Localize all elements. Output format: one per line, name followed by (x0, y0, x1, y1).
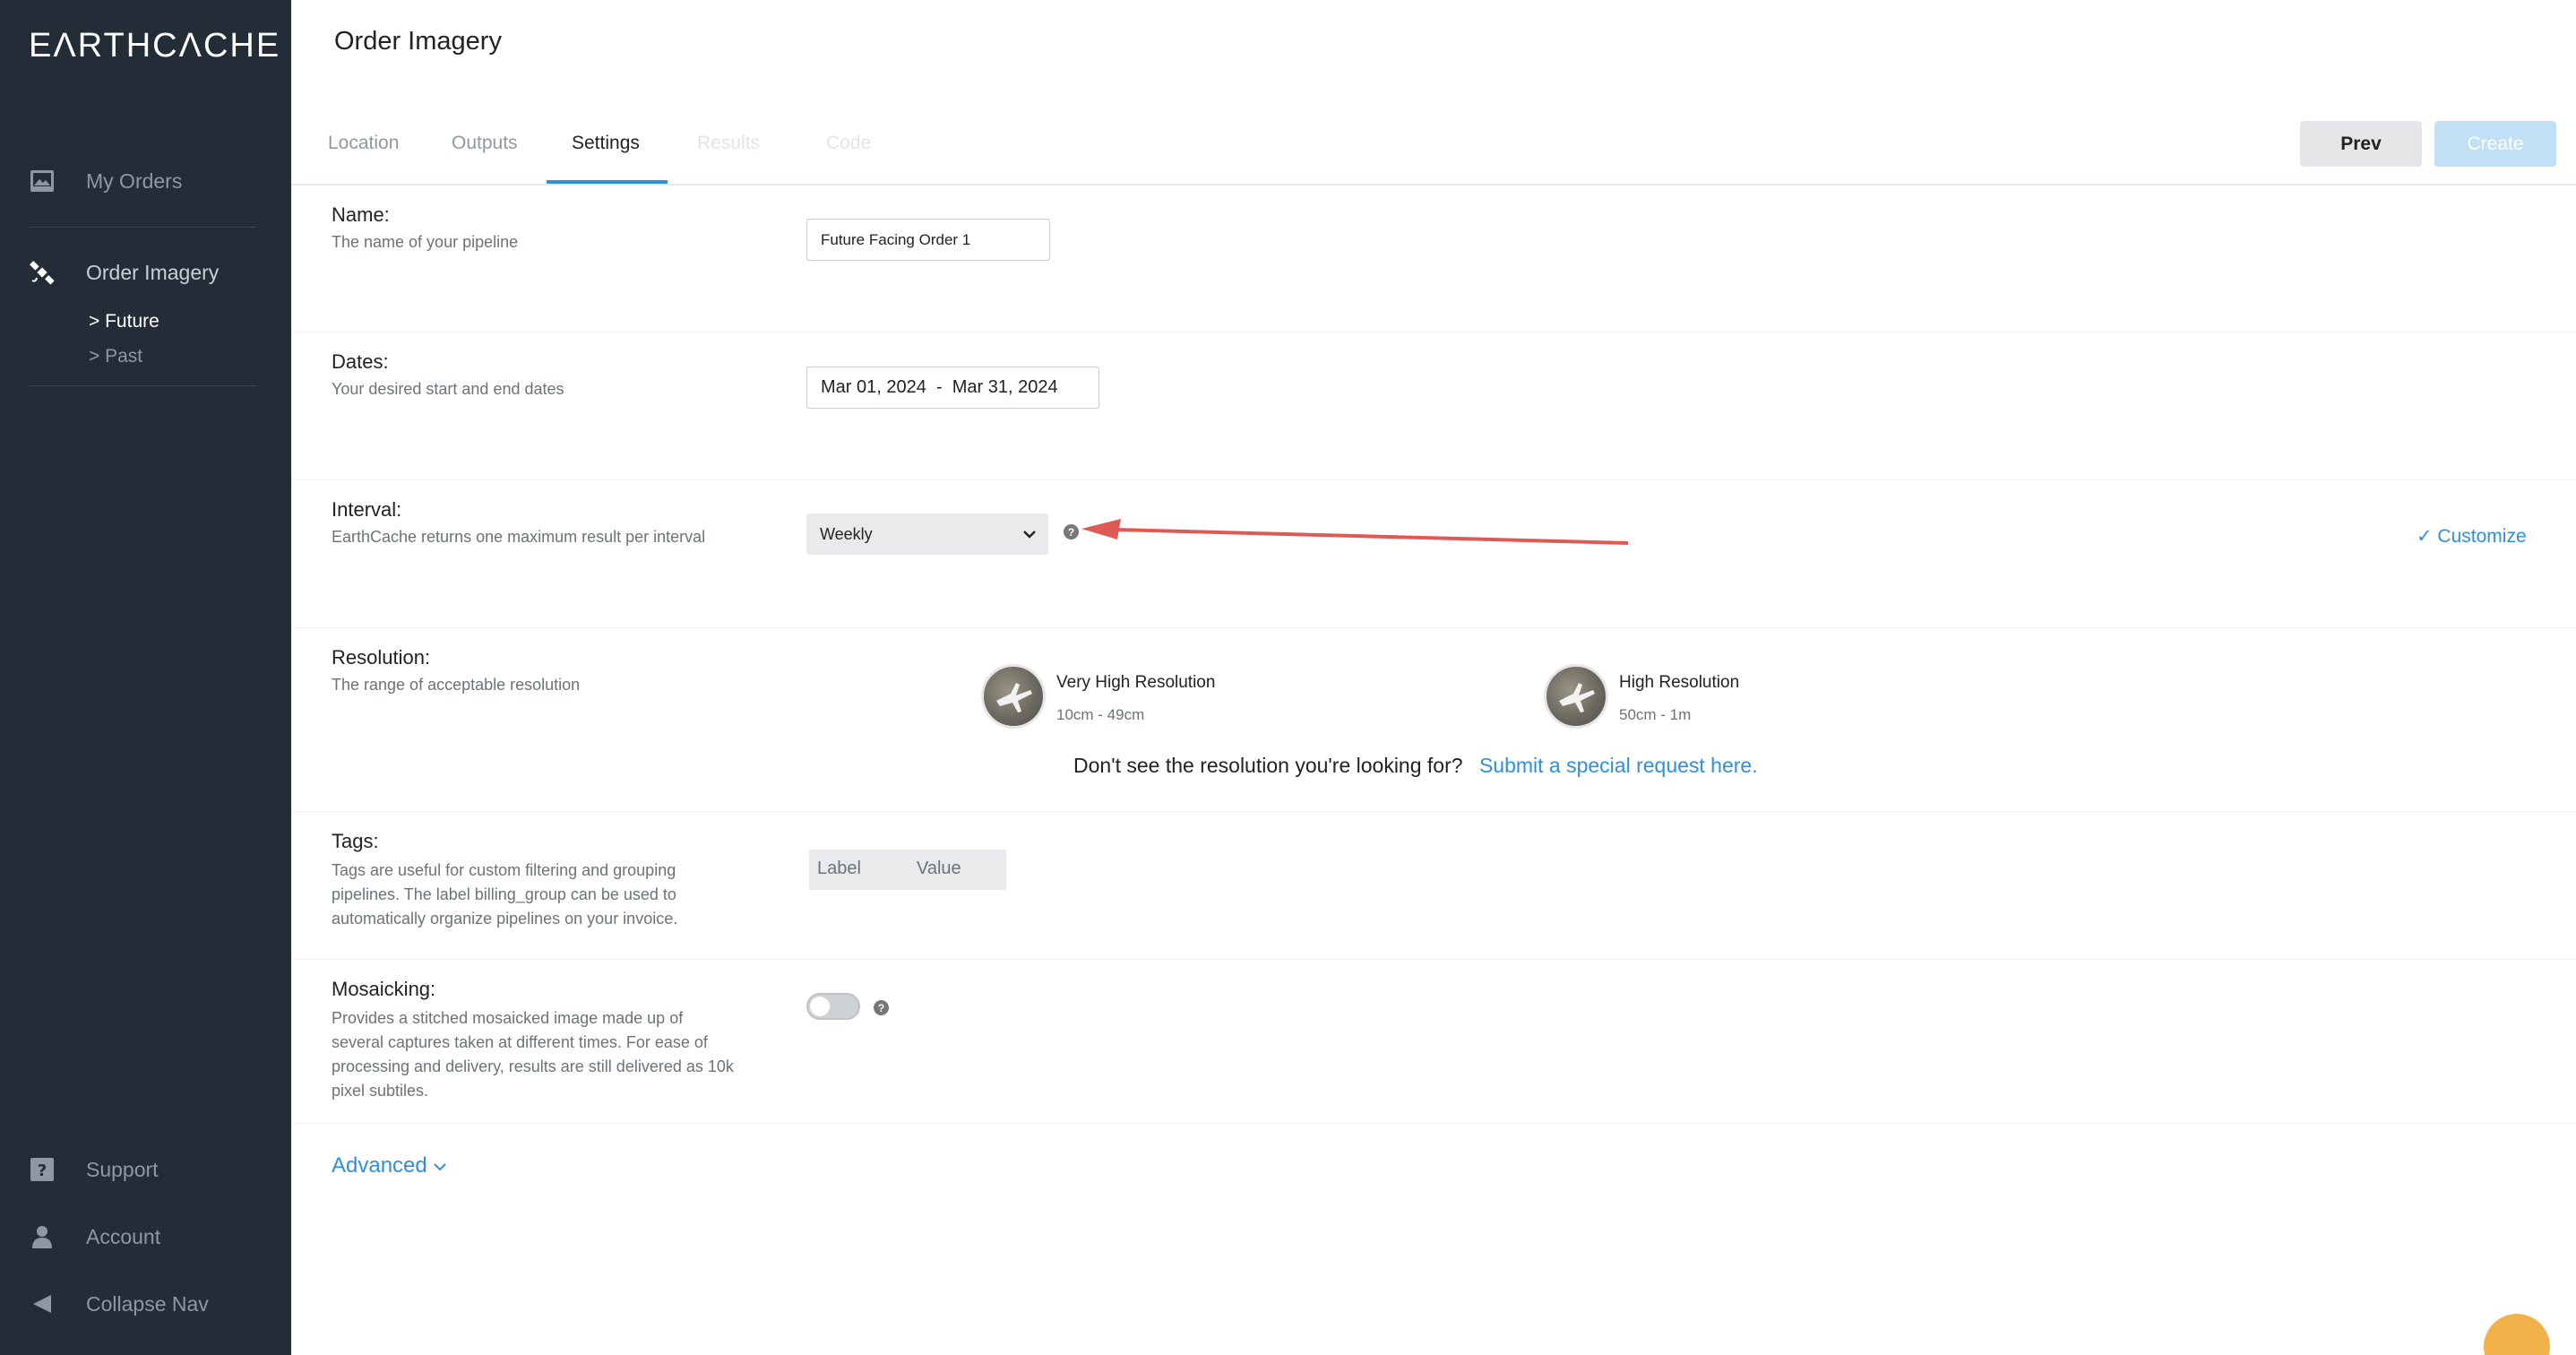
name-label: Name: (332, 203, 390, 226)
active-tab-indicator (547, 180, 668, 184)
resolution-option-very-high[interactable]: Very High Resolution 10cm - 49cm (981, 664, 1215, 729)
sidebar-item-label: Collapse Nav (86, 1291, 209, 1316)
resolution-option-title: Very High Resolution (1056, 673, 1216, 692)
tags-description-line: automatically organize pipelines on your… (332, 910, 678, 928)
annotation-arrow-icon (1081, 519, 1629, 545)
tags-description-line: pipelines. The label billing_group can b… (332, 885, 676, 903)
resolution-option-range: 10cm - 49cm (1056, 706, 1145, 723)
sidebar-divider (29, 385, 256, 386)
toggle-knob (810, 997, 830, 1016)
sidebar-item-support[interactable]: ? Support (29, 1156, 159, 1183)
help-square-icon: ? (29, 1156, 56, 1183)
tags-row: Tags: Tags are useful for custom filteri… (291, 812, 2576, 960)
tab-outputs[interactable]: Outputs (452, 133, 518, 154)
sidebar: EΛRTHCΛCHE My Orders Order Imagery > Fut… (0, 0, 291, 1355)
interval-selected-value: Weekly (820, 524, 873, 543)
sidebar-item-label: Support (86, 1157, 159, 1181)
collapse-left-icon (29, 1290, 56, 1317)
resolution-description: The range of acceptable resolution (332, 676, 581, 694)
sidebar-item-label: Order Imagery (86, 260, 220, 284)
sidebar-item-account[interactable]: Account (29, 1223, 160, 1250)
mosaicking-description-line: several captures taken at different time… (332, 1033, 708, 1051)
tab-bar: Location Outputs Settings Results Code (291, 106, 2576, 186)
sidebar-item-label: My Orders (86, 168, 183, 193)
sidebar-item-label: Account (86, 1224, 161, 1248)
sidebar-subitem-future[interactable]: > Future (89, 311, 159, 332)
create-button[interactable]: Create (2434, 121, 2556, 167)
tags-description: Tags are useful for custom filtering and… (332, 859, 677, 931)
date-range-input[interactable]: Mar 01, 2024 - Mar 31, 2024 (806, 367, 1099, 409)
resolution-option-high[interactable]: High Resolution 50cm - 1m (1544, 664, 1739, 729)
sidebar-subitem-past[interactable]: > Past (89, 346, 142, 367)
chevron-down-icon (1021, 526, 1038, 547)
mosaicking-label: Mosaicking: (332, 978, 436, 1000)
name-description: The name of your pipeline (332, 233, 519, 251)
mosaicking-toggle[interactable] (806, 993, 860, 1020)
mosaicking-description: Provides a stitched mosaicked image made… (332, 1006, 734, 1103)
satellite-thumbnail-icon (1544, 664, 1608, 729)
help-icon[interactable]: ? (874, 1000, 889, 1015)
chevron-down-icon (433, 1153, 447, 1178)
name-row: Name: The name of your pipeline (291, 186, 2576, 332)
sidebar-item-order-imagery[interactable]: Order Imagery (29, 259, 219, 286)
earthcache-logo: EΛRTHCΛCHE (29, 27, 281, 65)
image-icon (29, 168, 56, 194)
customize-link[interactable]: ✓ Customize (2417, 525, 2527, 548)
tag-value-field[interactable]: Value (917, 859, 961, 879)
mosaicking-description-line: processing and delivery, results are sti… (332, 1057, 734, 1075)
chat-launcher-button[interactable] (2484, 1314, 2550, 1355)
mosaicking-description-line: pixel subtiles. (332, 1082, 429, 1100)
advanced-toggle[interactable]: Advanced (332, 1153, 447, 1178)
dates-description: Your desired start and end dates (332, 380, 564, 398)
help-icon[interactable]: ? (1064, 524, 1079, 539)
tags-label: Tags: (332, 830, 379, 852)
interval-select[interactable]: Weekly (806, 514, 1048, 555)
satellite-thumbnail-icon (981, 664, 1046, 729)
tags-input[interactable]: Label Value (809, 850, 1006, 890)
dates-label: Dates: (332, 350, 389, 373)
sidebar-item-collapse-nav[interactable]: Collapse Nav (29, 1290, 209, 1317)
sidebar-divider (29, 227, 256, 228)
tab-results: Results (697, 133, 761, 153)
tab-location[interactable]: Location (328, 133, 399, 154)
mosaicking-description-line: Provides a stitched mosaicked image made… (332, 1009, 684, 1027)
date-range-value: Mar 01, 2024 - Mar 31, 2024 (821, 377, 1058, 397)
advanced-label: Advanced (332, 1153, 427, 1178)
resolution-option-range: 50cm - 1m (1619, 706, 1692, 723)
special-request-link[interactable]: Submit a special request here. (1479, 754, 1758, 777)
resolution-label: Resolution: (332, 646, 431, 669)
dates-row: Dates: Your desired start and end dates … (291, 332, 2576, 480)
prev-button[interactable]: Prev (2300, 121, 2422, 167)
user-icon (29, 1223, 56, 1250)
interval-label: Interval: (332, 498, 402, 521)
interval-row: Interval: EarthCache returns one maximum… (291, 480, 2576, 628)
svg-text:?: ? (38, 1161, 47, 1180)
tab-code: Code (826, 133, 872, 153)
resolution-note: Don't see the resolution you're looking … (1073, 754, 1758, 778)
mosaicking-row: Mosaicking: Provides a stitched mosaicke… (291, 960, 2576, 1124)
main-content: Order Imagery Location Outputs Settings … (291, 0, 2576, 1355)
resolution-row: Resolution: The range of acceptable reso… (291, 628, 2576, 812)
satellite-icon (29, 259, 56, 286)
interval-description: EarthCache returns one maximum result pe… (332, 528, 706, 546)
resolution-note-text: Don't see the resolution you're looking … (1073, 754, 1463, 777)
sidebar-item-my-orders[interactable]: My Orders (29, 168, 182, 194)
page-title: Order Imagery (334, 27, 502, 56)
tags-description-line: Tags are useful for custom filtering and… (332, 861, 676, 879)
tag-label-field[interactable]: Label (817, 859, 861, 879)
resolution-option-title: High Resolution (1619, 673, 1740, 692)
tab-settings[interactable]: Settings (572, 133, 640, 154)
pipeline-name-input[interactable] (806, 219, 1050, 261)
